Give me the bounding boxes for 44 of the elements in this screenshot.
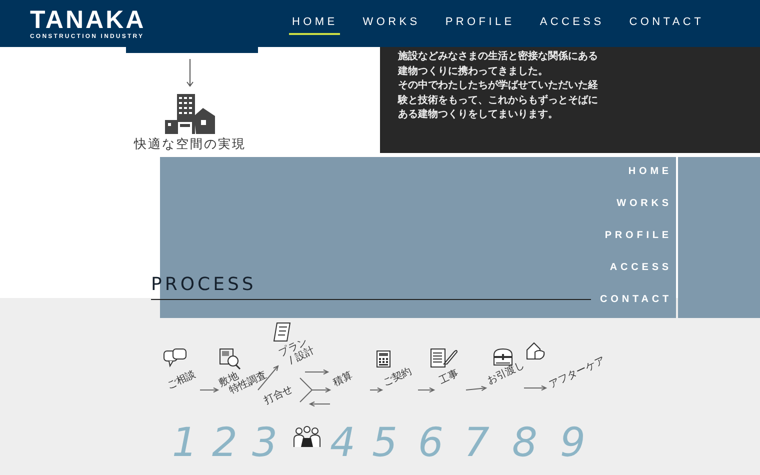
step-number: 1	[172, 422, 198, 464]
document-magnifier-icon	[219, 348, 241, 370]
arrow	[258, 365, 279, 390]
arrow	[200, 387, 220, 393]
step-number: 2	[212, 422, 238, 464]
step-number: 7	[464, 422, 490, 464]
caption: 快適な空間の実現	[134, 136, 246, 153]
branch-line	[300, 378, 313, 402]
meeting-people-icon	[293, 426, 321, 448]
step-number: 3	[252, 422, 278, 464]
arrow	[524, 385, 548, 391]
step-label: ご相談	[166, 368, 198, 392]
calculator-icon	[376, 350, 391, 368]
step-number: 8	[512, 422, 538, 464]
step-label: お引渡し	[486, 360, 527, 386]
about-paragraph: 施設などみなさまの生活と密接な関係にある 建物つくりに携わってきました。 その中でわたしたちが学ばせていただいた経 験と技術をもって、これからもずっとそばに ある建物つくりをしてまいります。	[398, 50, 599, 122]
arrow	[466, 386, 488, 392]
step-label: 工事	[438, 368, 460, 386]
step-number: 6	[418, 422, 444, 464]
document-icon	[273, 322, 291, 342]
arrow	[418, 387, 436, 393]
arrow	[370, 387, 384, 393]
nav-link[interactable]: WORKS	[360, 12, 422, 35]
logo-text[interactable]: TANAKA	[30, 8, 146, 32]
house-icon	[526, 342, 546, 360]
step-label: ご契約	[382, 366, 414, 388]
arrow	[312, 387, 332, 393]
step-number: 4	[330, 422, 356, 464]
box-icon	[493, 348, 513, 366]
nav-link[interactable]: ACCESS	[536, 12, 606, 35]
chat-bubbles-icon	[163, 348, 188, 368]
arrow	[304, 369, 330, 375]
down-arrow-icon	[186, 59, 194, 87]
document-pen-icon	[430, 348, 458, 368]
nav-link[interactable]: HOME	[288, 12, 340, 35]
step-label: アフターケア	[548, 355, 607, 390]
step-label: 積算	[332, 370, 354, 388]
step-label: 打合せ	[262, 384, 295, 406]
arrow	[308, 401, 330, 407]
nav-link[interactable]: PROFILE	[442, 12, 517, 35]
nav-link[interactable]: CONTACT	[626, 12, 706, 35]
step-number: 9	[560, 422, 586, 464]
step-number: 5	[372, 422, 398, 464]
buildings-icon	[165, 94, 215, 134]
